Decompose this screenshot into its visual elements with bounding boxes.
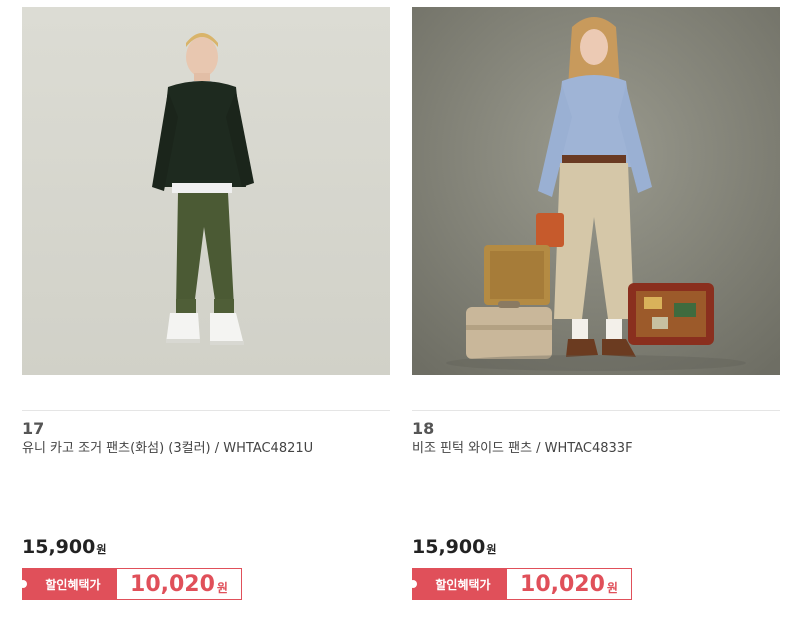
product-price: 15,900원	[412, 535, 496, 562]
discount-price-box[interactable]: 할인혜택가 10,020 원	[19, 568, 242, 600]
price-value: 15,900	[412, 536, 486, 558]
price-currency: 원	[486, 543, 497, 556]
discount-tag: 할인혜택가	[19, 569, 117, 599]
discount-currency: 원	[606, 580, 618, 595]
product-image[interactable]	[412, 7, 780, 375]
divider	[22, 410, 390, 411]
product-name[interactable]: 유니 카고 조거 팬츠(화섬) (3컬러) / WHTAC4821U	[22, 440, 390, 458]
discount-label: 할인혜택가	[435, 577, 491, 592]
discount-amount: 10,020 원	[117, 569, 241, 599]
price-value: 15,900	[22, 536, 96, 558]
discount-price-box[interactable]: 할인혜택가 10,020 원	[409, 568, 632, 600]
product-card[interactable]: 17 유니 카고 조거 팬츠(화섬) (3컬러) / WHTAC4821U 15…	[19, 0, 390, 629]
discount-value: 10,020	[130, 571, 215, 597]
rank-number: 18	[412, 419, 435, 438]
product-image[interactable]	[22, 7, 390, 375]
discount-amount: 10,020 원	[507, 569, 631, 599]
discount-label: 할인혜택가	[45, 577, 101, 592]
tag-notch	[19, 580, 27, 588]
divider	[412, 410, 780, 411]
product-price: 15,900원	[22, 535, 106, 562]
discount-value: 10,020	[520, 571, 605, 597]
product-name[interactable]: 비조 핀턱 와이드 팬츠 / WHTAC4833F	[412, 440, 780, 458]
price-currency: 원	[96, 543, 107, 556]
tag-notch	[409, 580, 417, 588]
discount-tag: 할인혜택가	[409, 569, 507, 599]
discount-currency: 원	[216, 580, 228, 595]
rank-number: 17	[22, 419, 45, 438]
product-card[interactable]: 18 비조 핀턱 와이드 팬츠 / WHTAC4833F 15,900원 할인혜…	[409, 0, 780, 629]
